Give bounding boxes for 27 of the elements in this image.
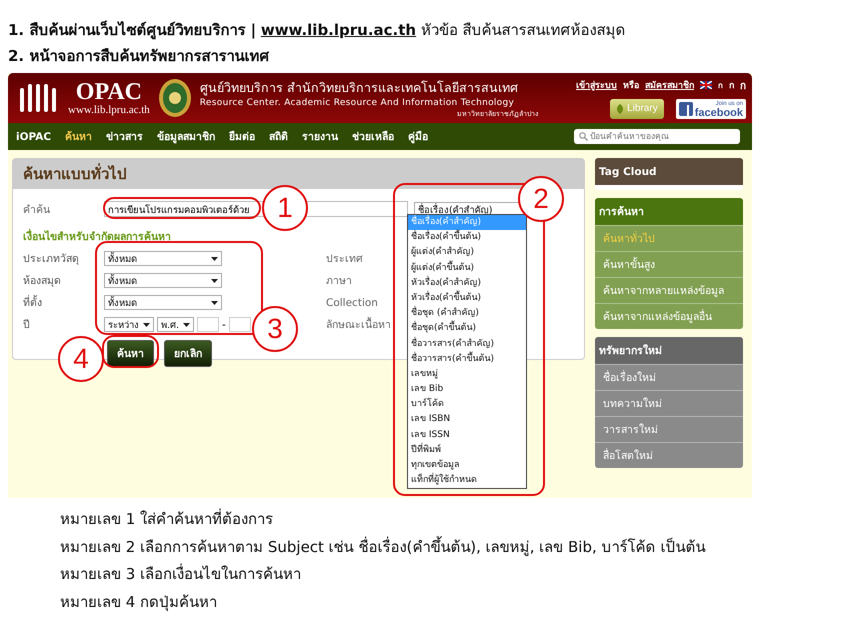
sidebar-heading: การค้นหา <box>595 198 743 225</box>
note-text: หมายเลข 1 ใส่คำค้นหาที่ต้องการ <box>60 508 274 530</box>
or-text: หรือ <box>623 79 639 92</box>
note-text: หมายเลข 3 เลือกเงื่อนไขในการค้นหา <box>60 562 302 585</box>
callout-number: 4 <box>58 336 104 382</box>
keyword-label: คำค้น <box>23 202 51 218</box>
sidebar-heading: ทรัพยากรใหม่ <box>595 337 743 364</box>
condition-label: ประเทศ <box>326 252 363 267</box>
range-separator: - <box>222 318 226 330</box>
note-text: หมายเลข 2 เลือกการค้นหาตาม Subject เช่น ชื่อเรื่อง(คำขึ้นต้น), เลขหมู่, เลข Bib, บาร์โค้ด เป็นต้น <box>60 535 706 558</box>
center-title: ศูนย์วิทยบริการ สำนักวิทยบริการและเทคโนโลยีสารสนเทศ <box>200 78 519 98</box>
note-text: หมายเลข 4 กดปุ่มค้นหา <box>60 592 218 614</box>
year-label: ปี <box>23 318 31 333</box>
panel-title: ค้นหาแบบทั่วไป <box>13 159 584 189</box>
instruction-heading: 1. สืบค้นผ่านเว็บไซต์ศูนย์วิทยบริการ | www.lib.lpru.ac.th หัวข้อ สืบค้นสารสนเทศห้องสมุด <box>8 20 627 42</box>
sidebar-heading: Tag Cloud <box>595 158 743 185</box>
logo-text: OPAC <box>76 80 142 104</box>
condition-label: ห้องสมุด <box>23 274 62 289</box>
center-subtitle: Resource Center. Academic Resource And Information Technology <box>200 98 516 108</box>
conditions-heading: เงื่อนไขสำหรับจำกัดผลการค้นหา <box>23 228 171 245</box>
instruction-heading: 2. หน้าจอการสืบค้นทรัพยากรสารานเทศ <box>8 46 270 67</box>
condition-label: ลักษณะเนื้อหา <box>326 316 391 333</box>
condition-label: Collection <box>326 296 378 308</box>
condition-label: ที่ตั้ง <box>23 294 43 311</box>
logo-url: www.lib.lpru.ac.th <box>68 104 150 116</box>
condition-label: ประเภทวัสดุ <box>23 252 80 267</box>
condition-label: ภาษา <box>326 274 352 289</box>
